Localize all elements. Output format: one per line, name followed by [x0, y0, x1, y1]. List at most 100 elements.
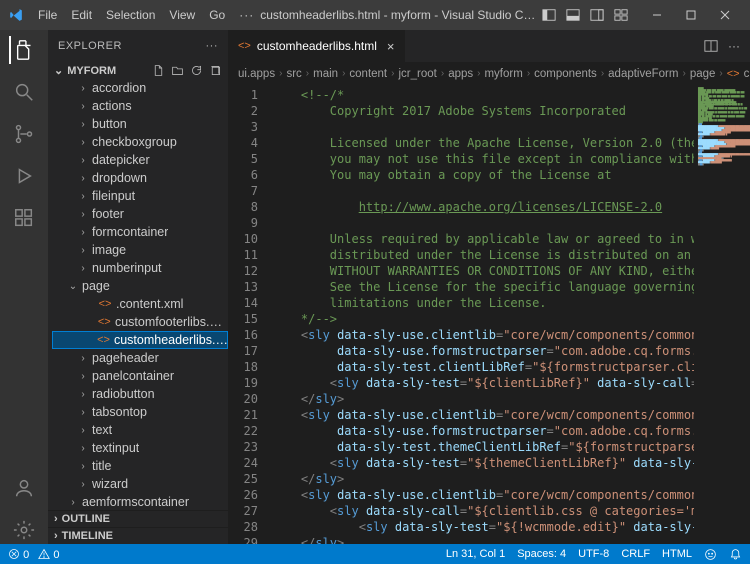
breadcrumb-item[interactable]: page: [690, 68, 716, 80]
breadcrumb-item[interactable]: ui.apps: [238, 68, 275, 80]
new-folder-icon[interactable]: [171, 64, 184, 77]
status-errors[interactable]: 0 0: [8, 548, 60, 561]
tree-item[interactable]: ›title: [52, 457, 228, 475]
run-debug-icon[interactable]: [10, 162, 38, 190]
tree-item[interactable]: ›checkboxgroup: [52, 133, 228, 151]
new-file-icon[interactable]: [152, 64, 165, 77]
breadcrumb-item[interactable]: src: [286, 68, 301, 80]
tree-item[interactable]: ›datepicker: [52, 151, 228, 169]
tree-item[interactable]: ›image: [52, 241, 228, 259]
tab-customheaderlibs[interactable]: <> customheaderlibs.html ×: [228, 30, 406, 62]
menu-more[interactable]: ···: [233, 5, 260, 25]
status-encoding[interactable]: UTF-8: [578, 548, 609, 560]
settings-gear-icon[interactable]: [10, 516, 38, 544]
editor-more-icon[interactable]: ···: [728, 39, 740, 53]
accounts-icon[interactable]: [10, 474, 38, 502]
tree-item[interactable]: <>.content.xml: [52, 295, 228, 313]
tree-item[interactable]: ⌄page: [52, 277, 228, 295]
chevron-right-icon: ›: [54, 530, 58, 542]
menu-file[interactable]: File: [32, 5, 63, 25]
breadcrumb-item[interactable]: myform: [484, 68, 522, 80]
menu-selection[interactable]: Selection: [100, 5, 161, 25]
tree-item[interactable]: ›fileinput: [52, 187, 228, 205]
code-area[interactable]: 1234567891011121314151617181920212223242…: [228, 85, 750, 544]
tree-item-label: actions: [92, 99, 132, 113]
close-button[interactable]: [708, 3, 742, 27]
breadcrumb-item[interactable]: content: [349, 68, 387, 80]
breadcrumb-item[interactable]: main: [313, 68, 338, 80]
tree-item[interactable]: › aemformscontainer: [52, 493, 228, 510]
breadcrumbs[interactable]: ui.apps›src›main›content›jcr_root›apps›m…: [228, 63, 750, 85]
status-eol[interactable]: CRLF: [621, 548, 650, 560]
vscode-logo-icon: [8, 7, 24, 23]
toggle-secondary-sidebar-icon[interactable]: [590, 8, 604, 22]
tree-item[interactable]: ›textinput: [52, 439, 228, 457]
tree-item[interactable]: ›tabsontop: [52, 403, 228, 421]
menu-go[interactable]: Go: [203, 5, 231, 25]
breadcrumb-item[interactable]: adaptiveForm: [608, 68, 678, 80]
chevron-icon: ›: [78, 371, 88, 382]
breadcrumb-item[interactable]: jcr_root: [398, 68, 436, 80]
breadcrumb-item[interactable]: components: [534, 68, 597, 80]
status-bell-icon[interactable]: [729, 548, 742, 561]
collapse-all-icon[interactable]: [209, 64, 222, 77]
minimap[interactable]: ██████ █████████ ████ █████ ███████ ████…: [694, 85, 750, 544]
customize-layout-icon[interactable]: [614, 8, 628, 22]
menu-view[interactable]: View: [163, 5, 201, 25]
tree-item[interactable]: › dropdown: [52, 169, 228, 187]
chevron-icon: ›: [78, 173, 88, 184]
tree-item[interactable]: <>customheaderlibs.html: [52, 331, 228, 349]
tree-item[interactable]: <>customfooterlibs.html: [52, 313, 228, 331]
tree-item-label: button: [92, 117, 127, 131]
tree-item[interactable]: ›radiobutton: [52, 385, 228, 403]
tree-item[interactable]: › panelcontainer: [52, 367, 228, 385]
tree-item-label: panelcontainer: [92, 369, 174, 383]
tree-item[interactable]: ›accordion: [52, 79, 228, 97]
refresh-icon[interactable]: [190, 64, 203, 77]
tree-item-label: aemformscontainer: [82, 495, 189, 509]
tree-item[interactable]: ›formcontainer: [52, 223, 228, 241]
maximize-button[interactable]: [674, 3, 708, 27]
tree-item[interactable]: ›numberinput: [52, 259, 228, 277]
explorer-icon[interactable]: [9, 36, 37, 64]
tree-item-label: image: [92, 243, 126, 257]
tab-close-icon[interactable]: ×: [387, 39, 395, 54]
explorer-more-icon[interactable]: ···: [206, 40, 219, 52]
file-tree[interactable]: ›accordion›actions›button›checkboxgroup›…: [48, 79, 228, 510]
code-content[interactable]: <!--/* Copyright 2017 Adobe Systems Inco…: [272, 85, 694, 544]
status-lncol[interactable]: Ln 31, Col 1: [446, 548, 505, 560]
breadcrumb-item[interactable]: apps: [448, 68, 473, 80]
status-feedback-icon[interactable]: [704, 548, 717, 561]
explorer-title: EXPLORER: [58, 40, 122, 52]
toggle-primary-sidebar-icon[interactable]: [542, 8, 556, 22]
split-editor-icon[interactable]: [704, 39, 718, 53]
tree-item[interactable]: ›footer: [52, 205, 228, 223]
tree-item[interactable]: ›wizard: [52, 475, 228, 493]
tree-item-label: footer: [92, 207, 124, 221]
chevron-icon: ›: [78, 227, 88, 238]
extensions-icon[interactable]: [10, 204, 38, 232]
chevron-down-icon: ⌄: [54, 64, 63, 77]
search-icon[interactable]: [10, 78, 38, 106]
titlebar: File Edit Selection View Go ··· customhe…: [0, 0, 750, 30]
tree-item[interactable]: ›button: [52, 115, 228, 133]
tree-item-label: fileinput: [92, 189, 135, 203]
chevron-icon: ›: [68, 497, 78, 508]
tree-item[interactable]: ›text: [52, 421, 228, 439]
toggle-panel-icon[interactable]: [566, 8, 580, 22]
outline-section[interactable]: › OUTLINE: [48, 510, 228, 527]
tree-item-label: dropdown: [92, 171, 147, 185]
status-lang[interactable]: HTML: [662, 548, 692, 560]
tree-item[interactable]: ›pageheader: [52, 349, 228, 367]
breadcrumb-item[interactable]: <>customheaderlibs: [727, 68, 750, 80]
minimize-button[interactable]: [640, 3, 674, 27]
editor-group: <> customheaderlibs.html × ··· ui.apps›s…: [228, 30, 750, 544]
project-section[interactable]: ⌄MYFORM: [48, 62, 228, 79]
timeline-section[interactable]: › TIMELINE: [48, 527, 228, 544]
menu-edit[interactable]: Edit: [65, 5, 98, 25]
tree-item[interactable]: ›actions: [52, 97, 228, 115]
main-menu: File Edit Selection View Go ···: [32, 5, 260, 25]
status-spaces[interactable]: Spaces: 4: [517, 548, 566, 560]
source-control-icon[interactable]: [10, 120, 38, 148]
chevron-icon: ›: [78, 389, 88, 400]
